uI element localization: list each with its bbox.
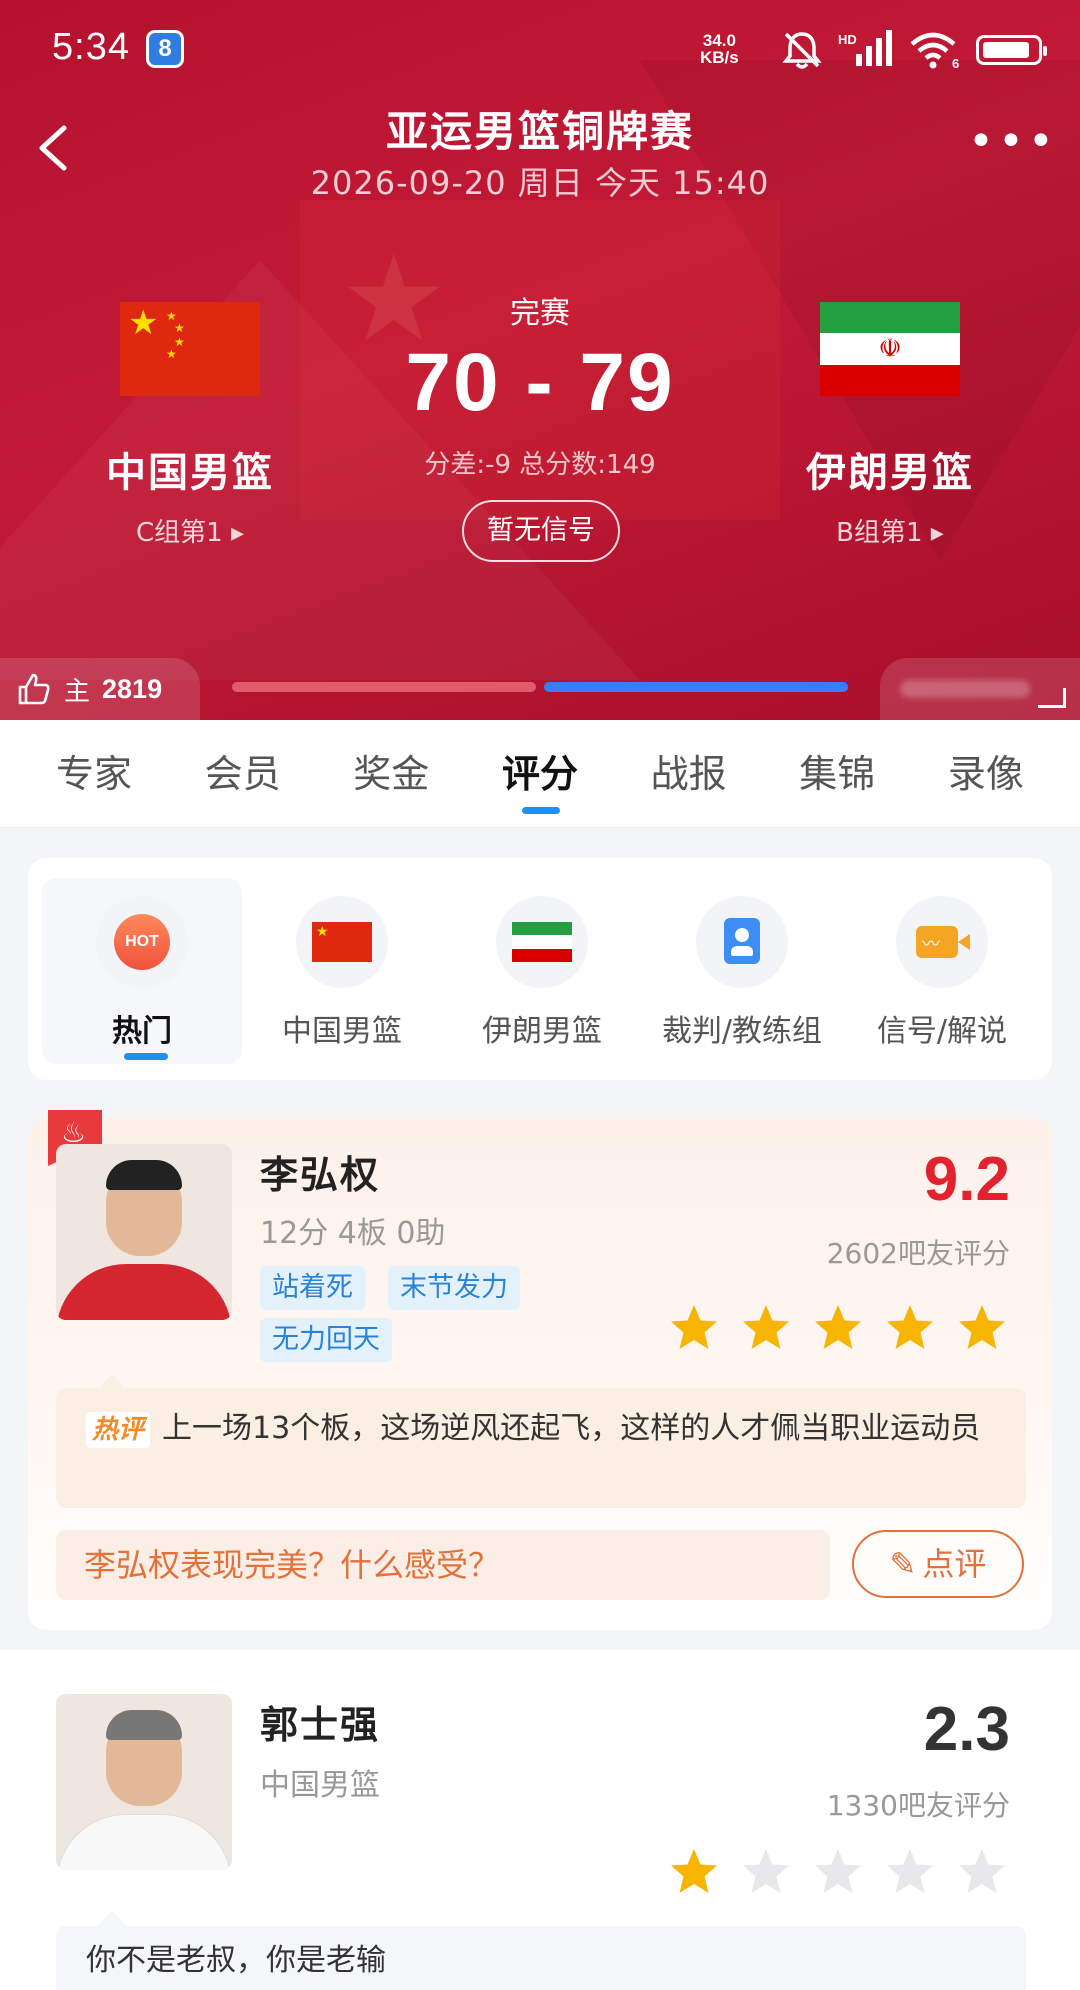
home-support-box[interactable]: 主 2819 xyxy=(0,658,200,720)
star-empty-icon[interactable] xyxy=(812,1846,864,1898)
comment-text: 你不是老叔，你是老输 xyxy=(86,1943,386,1978)
category-label: 中国男篮 xyxy=(282,1014,402,1049)
score-meta: 分差:-9 总分数:149 xyxy=(424,450,656,480)
review-button-label: 点评 xyxy=(922,1545,987,1583)
hot-icon-text: HOT xyxy=(114,914,170,970)
player-name: 李弘权 xyxy=(260,1153,381,1197)
player-stats: 12分 4板 0助 xyxy=(260,1216,446,1251)
star-rating[interactable] xyxy=(668,1846,1008,1898)
status-icons: HD 6 xyxy=(780,28,1047,72)
player-tag[interactable]: 末节发力 xyxy=(388,1266,520,1310)
star-empty-icon[interactable] xyxy=(884,1846,936,1898)
away-support-blurred xyxy=(900,680,1030,698)
hot-comment[interactable]: 热评 上一场13个板，这场逆风还起飞，这样的人才佩当职业运动员 xyxy=(56,1388,1026,1508)
comment-tail xyxy=(98,1910,126,1926)
player-name: 郭士强 xyxy=(260,1703,381,1747)
iran-flag-icon xyxy=(496,896,588,988)
network-speed: 34.0 KB/s xyxy=(700,32,739,66)
star-filled-icon[interactable] xyxy=(668,1302,720,1354)
player-avatar[interactable] xyxy=(56,1144,232,1320)
tab-highlights[interactable]: 集锦 xyxy=(763,720,911,828)
review-button[interactable]: ✎ 点评 xyxy=(852,1530,1024,1598)
player-comment[interactable]: 你不是老叔，你是老输 xyxy=(56,1926,1026,1990)
player-rating-count: 1330吧友评分 xyxy=(826,1789,1010,1822)
signal-icon: HD xyxy=(838,30,892,66)
category-label: 裁判/教练组 xyxy=(661,1014,823,1049)
star-filled-icon[interactable] xyxy=(740,1302,792,1354)
signal-button[interactable]: 暂无信号 xyxy=(462,500,620,562)
star-filled-icon[interactable] xyxy=(668,1846,720,1898)
match-status: 完赛 xyxy=(510,296,570,331)
wifi-label: 6 xyxy=(952,56,959,70)
match-header: ★ 5:34 8 34.0 KB/s HD 6 ••• 亚运男篮铜牌赛 2026… xyxy=(0,0,1080,720)
category-hot[interactable]: HOT 热门 xyxy=(42,878,242,1064)
hot-comment-text: 上一场13个板，这场逆风还起飞，这样的人才佩当职业运动员 xyxy=(162,1411,981,1446)
player-rating-count: 2602吧友评分 xyxy=(826,1237,1010,1270)
match-title: 亚运男篮铜牌赛 xyxy=(385,107,694,156)
hot-icon: HOT xyxy=(96,896,188,988)
rating-prompt[interactable]: 李弘权表现完美？什么感受？ xyxy=(56,1530,830,1600)
home-support-label: 主 xyxy=(64,676,91,707)
tab-ratings[interactable]: 评分 xyxy=(466,720,614,828)
status-bar: 5:34 8 34.0 KB/s HD 6 xyxy=(0,0,1080,100)
battery-icon xyxy=(976,35,1047,65)
tab-replay[interactable]: 录像 xyxy=(912,720,1060,828)
away-support-box[interactable] xyxy=(880,658,1080,720)
china-flag-icon: ★ xyxy=(296,896,388,988)
category-label: 热门 xyxy=(112,1014,172,1049)
star-filled-icon[interactable] xyxy=(956,1302,1008,1354)
signal-hd-label: HD xyxy=(838,32,857,47)
support-vote-bar xyxy=(232,682,848,692)
tab-bonus[interactable]: 奖金 xyxy=(317,720,465,828)
rating-category-bar: HOT 热门 ★ 中国男篮 伊朗男篮 裁判/教练组 〰 信号/解说 xyxy=(28,858,1052,1080)
battery-level xyxy=(983,42,1029,58)
star-filled-icon[interactable] xyxy=(812,1302,864,1354)
pen-icon: ✎ xyxy=(889,1545,917,1583)
star-rating[interactable] xyxy=(668,1302,1008,1354)
expand-corner-icon xyxy=(1038,688,1066,708)
category-china[interactable]: ★ 中国男篮 xyxy=(242,878,442,1064)
star-empty-icon[interactable] xyxy=(956,1846,1008,1898)
category-label: 信号/解说 xyxy=(876,1014,1008,1049)
wifi-icon: 6 xyxy=(910,32,959,70)
hot-comment-label: 热评 xyxy=(86,1412,151,1448)
player-tag[interactable]: 站着死 xyxy=(260,1266,365,1310)
app-badge-icon: 8 xyxy=(146,30,184,68)
content-tabs: 专家 会员 奖金 评分 战报 集锦 录像 xyxy=(0,720,1080,828)
star-filled-icon[interactable] xyxy=(884,1302,936,1354)
net-speed-value: 34.0 xyxy=(702,31,736,50)
video-signal-icon: 〰 xyxy=(896,896,988,988)
coach-avatar[interactable] xyxy=(56,1694,232,1870)
category-iran[interactable]: 伊朗男篮 xyxy=(442,878,642,1064)
match-date: 2026-09-20 周日 今天 15:40 xyxy=(310,164,770,202)
star-empty-icon[interactable] xyxy=(740,1846,792,1898)
away-support-bar xyxy=(544,682,848,692)
home-support-count: 2819 xyxy=(102,673,163,704)
net-speed-unit: KB/s xyxy=(700,48,739,67)
tab-experts[interactable]: 专家 xyxy=(20,720,168,828)
away-team-group[interactable]: B组第1 ▸ xyxy=(760,512,1020,549)
tab-members[interactable]: 会员 xyxy=(169,720,317,828)
category-signal-commentary[interactable]: 〰 信号/解说 xyxy=(842,878,1042,1064)
referee-icon xyxy=(696,896,788,988)
player-rating: 2.3 xyxy=(923,1695,1010,1764)
thumbs-up-icon xyxy=(18,673,50,705)
category-label: 伊朗男篮 xyxy=(482,1014,602,1049)
home-team-group[interactable]: C组第1 ▸ xyxy=(60,512,320,549)
status-time: 5:34 xyxy=(52,26,130,68)
category-referee-coach[interactable]: 裁判/教练组 xyxy=(642,878,842,1064)
player-tag[interactable]: 无力回天 xyxy=(260,1318,392,1362)
home-support-bar xyxy=(232,682,536,692)
match-score: 70 - 79 xyxy=(405,337,675,428)
player-rating: 9.2 xyxy=(923,1145,1010,1214)
player-stats: 中国男篮 xyxy=(260,1768,380,1803)
tab-report[interactable]: 战报 xyxy=(615,720,763,828)
mute-icon xyxy=(782,32,822,69)
